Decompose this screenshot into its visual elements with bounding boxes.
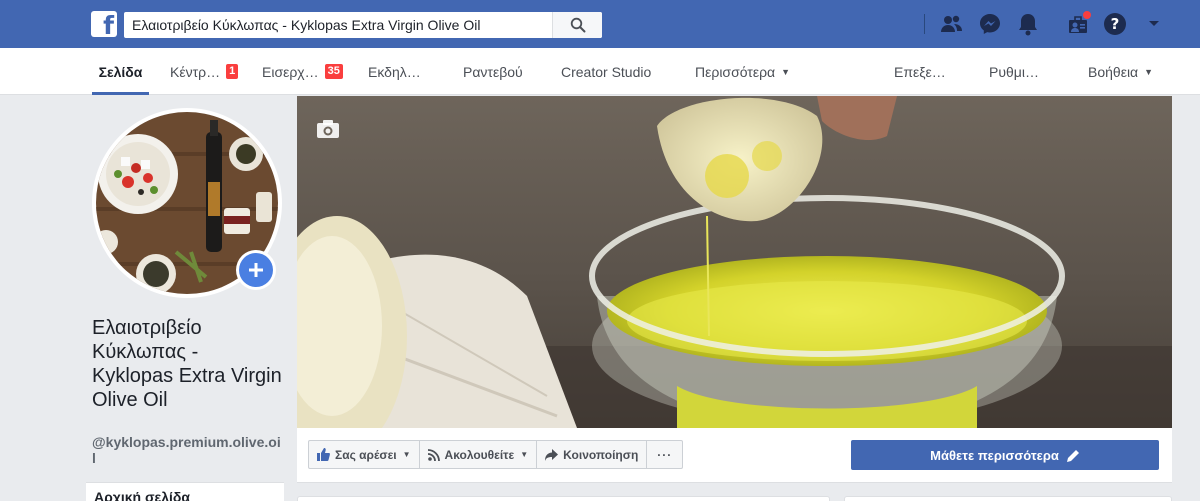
caret-down-icon: ▼ xyxy=(402,450,411,459)
notification-dot xyxy=(1082,10,1092,20)
composer-card xyxy=(297,496,830,501)
share-label: Κοινοποίηση xyxy=(563,447,639,462)
tab-label: Κέντρ… xyxy=(170,63,221,80)
tab-label: Περισσότερα xyxy=(695,63,776,80)
like-button[interactable]: Σας αρέσει ▼ xyxy=(309,441,420,468)
tab-label: Επεξε… xyxy=(894,63,946,80)
svg-text:?: ? xyxy=(1111,15,1120,33)
messenger-button[interactable] xyxy=(976,10,1004,38)
tab-help[interactable]: Βοήθεια ▼ xyxy=(1088,48,1153,95)
tab-label: Εκδηλ… xyxy=(368,63,421,80)
tab-more[interactable]: Περισσότερα ▼ xyxy=(695,48,790,95)
notification-badge: 35 xyxy=(324,64,343,79)
tab-label: Ραντεβού xyxy=(463,63,523,80)
page-admin-button[interactable] xyxy=(1064,10,1092,38)
more-options-button[interactable]: ··· xyxy=(647,441,682,468)
thumbs-up-icon xyxy=(317,448,330,461)
tab-label: Βοήθεια xyxy=(1088,63,1139,80)
share-button[interactable]: Κοινοποίηση xyxy=(537,441,648,468)
tab-edit[interactable]: Επεξε… xyxy=(894,48,946,95)
left-nav-menu: Αρχική σελίδα xyxy=(86,482,284,501)
account-menu-button[interactable] xyxy=(1140,10,1168,38)
page-action-buttons: Σας αρέσει ▼ Ακολουθείτε ▼ Κοινοποίηση ·… xyxy=(308,440,684,469)
search-box xyxy=(124,12,602,38)
caret-down-icon: ▼ xyxy=(1144,66,1154,77)
help-icon: ? xyxy=(1104,13,1126,35)
plus-icon xyxy=(249,263,263,277)
add-profile-photo-button[interactable] xyxy=(236,250,276,290)
page-title[interactable]: Ελαιοτριβείο Κύκλωπας - Kyklopas Extra V… xyxy=(92,316,282,412)
search-input[interactable] xyxy=(124,12,552,38)
friend-requests-button[interactable] xyxy=(938,10,966,38)
more-options-icon: ··· xyxy=(657,447,673,462)
tab-creator-studio[interactable]: Creator Studio xyxy=(561,48,651,95)
like-label: Σας αρέσει xyxy=(335,447,397,462)
learn-more-button[interactable]: Μάθετε περισσότερα xyxy=(851,440,1159,470)
caret-down-icon: ▼ xyxy=(781,66,791,77)
tab-settings[interactable]: Ρυθμι… xyxy=(989,48,1039,95)
tab-label: Ρυθμι… xyxy=(989,63,1039,80)
friends-icon xyxy=(941,15,962,32)
follow-label: Ακολουθείτε xyxy=(444,447,515,462)
tab-page[interactable]: Σελίδα xyxy=(92,48,149,95)
tab-appointments[interactable]: Ραντεβού xyxy=(463,48,523,95)
tab-events[interactable]: Εκδηλ… xyxy=(368,48,421,95)
search-button[interactable] xyxy=(552,12,602,38)
share-arrow-icon xyxy=(545,448,559,461)
tab-label: Creator Studio xyxy=(561,63,652,80)
notifications-button[interactable] xyxy=(1014,10,1042,38)
rss-follow-icon xyxy=(427,448,440,461)
notifications-bell-icon xyxy=(1019,14,1037,36)
page-username[interactable]: @kyklopas.premium.olive.oil xyxy=(92,434,282,466)
sidebar-card xyxy=(844,496,1172,501)
top-navigation-bar: f ? xyxy=(0,0,1200,48)
follow-button[interactable]: Ακολουθείτε ▼ xyxy=(420,441,538,468)
toolbar-divider xyxy=(924,14,925,34)
caret-down-icon xyxy=(1149,21,1159,26)
help-button[interactable]: ? xyxy=(1101,10,1129,38)
tab-inbox-center[interactable]: Κέντρ… 1 xyxy=(170,48,239,95)
cover-photo[interactable] xyxy=(297,96,1172,428)
tab-label: Σελίδα xyxy=(98,63,143,80)
page-action-bar: Σας αρέσει ▼ Ακολουθείτε ▼ Κοινοποίηση ·… xyxy=(297,428,1172,483)
tab-incoming[interactable]: Εισερχ… 35 xyxy=(262,48,343,95)
learn-more-label: Μάθετε περισσότερα xyxy=(930,447,1059,463)
search-icon xyxy=(570,17,585,33)
page-tab-bar: Σελίδα Κέντρ… 1 Εισερχ… 35 Εκδηλ… Ραντεβού… xyxy=(0,48,1200,95)
facebook-logo-icon[interactable]: f xyxy=(91,11,117,37)
messenger-icon xyxy=(980,14,1000,34)
cover-photo-image xyxy=(297,96,1172,428)
left-nav-item-home[interactable]: Αρχική σελίδα xyxy=(94,489,190,501)
notification-badge: 1 xyxy=(226,64,239,79)
pencil-edit-icon[interactable] xyxy=(1066,449,1080,462)
caret-down-icon: ▼ xyxy=(520,450,529,459)
tab-label: Εισερχ… xyxy=(262,63,319,80)
